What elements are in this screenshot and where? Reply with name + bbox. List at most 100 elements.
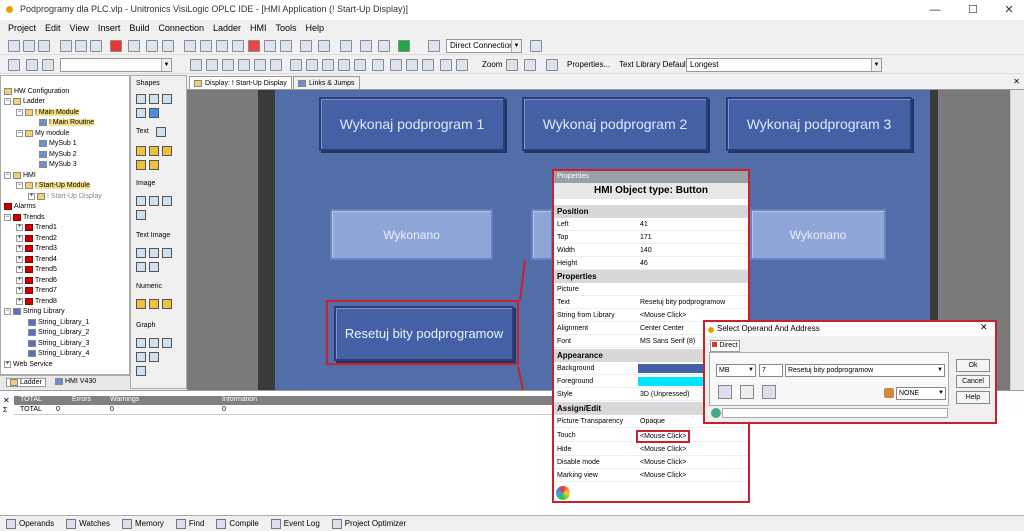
back-icon[interactable] [146,40,158,52]
prop-disable-mode[interactable]: Disable mode <Mouse Click> [554,456,748,469]
menu-view[interactable]: View [70,23,89,33]
close-tab-icon[interactable]: ✕ [1013,77,1020,86]
hmi-indicator-done-1[interactable]: Wykonano [330,209,493,260]
align-middle-icon[interactable] [254,59,266,71]
tab-compile[interactable]: Compile [216,518,259,529]
forward-icon[interactable] [162,40,174,52]
tree-item[interactable]: ! Main Routine [39,119,95,126]
same-size-icon[interactable] [322,59,334,71]
hmi-button-run-sub2[interactable]: Wykonaj podprogram 2 [522,97,708,151]
tab-operands[interactable]: Operands [6,518,54,529]
prop-left[interactable]: Left 41 [554,218,748,231]
menu-edit[interactable]: Edit [45,23,61,33]
ellipse-shape-icon[interactable] [149,94,159,104]
paste-icon[interactable] [90,40,102,52]
space-down-icon[interactable] [354,59,366,71]
tree-item[interactable]: MySub 1 [39,140,77,147]
hmi-tool-icon[interactable] [200,40,212,52]
tree-item[interactable]: + Trend8 [16,298,57,305]
hmi-edit-icon[interactable] [8,59,20,71]
align-bottom-icon[interactable] [270,59,282,71]
operand-bit-icon[interactable] [762,385,776,399]
text-image-var-icon[interactable] [136,262,146,272]
hmi-button-reset[interactable]: Resetuj bity podprogramow [334,306,514,361]
new-icon[interactable] [8,40,20,52]
properties-button[interactable]: Properties... [567,60,610,69]
tree-item[interactable]: HW Configuration [4,88,69,95]
text-library-select[interactable]: Longest ▼ [686,58,882,72]
line-shape-icon[interactable] [162,94,172,104]
operand-icon[interactable] [300,40,312,52]
tree-item[interactable]: MySub 2 [39,151,77,158]
menu-help[interactable]: Help [306,23,325,33]
open-icon[interactable] [23,40,35,52]
send-back-icon[interactable] [390,59,402,71]
undo-icon[interactable] [128,40,140,52]
text-var-icon[interactable] [162,146,172,156]
settings-icon[interactable] [530,40,542,52]
prop-text[interactable]: Text Resetuj bity podprogramow [554,296,748,309]
meter-icon[interactable] [149,352,159,362]
operand-browse-icon[interactable] [718,385,732,399]
gauge-icon[interactable] [162,338,172,348]
tree-item[interactable]: + Trend6 [16,277,57,284]
tree-item[interactable]: − Ladder [4,98,45,105]
element-select[interactable]: ▼ [60,58,172,72]
properties-icon[interactable] [546,59,558,71]
tree-item[interactable]: + Trend2 [16,235,57,242]
text-icon[interactable] [149,146,159,156]
tree-item[interactable]: String_Library_2 [28,329,89,336]
tab-find[interactable]: Find [175,518,204,529]
menu-ladder[interactable]: Ladder [213,23,241,33]
tab-direct[interactable]: Direct [710,340,740,352]
align-icon[interactable] [26,59,38,71]
output-close-icon[interactable]: ✕ [3,396,10,405]
hmi-indicator-done-2[interactable] [531,209,553,260]
xy-graph-icon[interactable] [136,352,146,362]
dialog-close-icon[interactable]: ✕ [980,322,988,333]
tree-item[interactable]: + Trend4 [16,256,57,263]
align-left-icon[interactable] [190,59,202,71]
hmi-button-run-sub1[interactable]: Wykonaj podprogram 1 [319,97,505,151]
tab-links-jumps[interactable]: Links & Jumps [293,76,360,90]
minimize-button[interactable]: — [920,2,950,18]
tree-item[interactable]: String_Library_3 [28,340,89,347]
tab-memory[interactable]: Memory [121,518,164,529]
stop-icon[interactable] [248,40,260,52]
no-symbol-icon[interactable] [378,40,390,52]
menu-hmi[interactable]: HMI [250,23,267,33]
filled-rect-icon[interactable] [149,108,159,118]
prop-marking-view[interactable]: Marking view <Mouse Click> [554,469,748,482]
text-tool-icon[interactable] [456,59,468,71]
tree-item[interactable]: − String Library [4,308,65,315]
text-image-misc-icon[interactable] [149,262,159,272]
tree-item[interactable]: Alarms [4,203,36,210]
group-icon[interactable] [406,59,418,71]
text-box-icon[interactable] [156,127,166,137]
text-image-bit-icon[interactable] [162,248,172,258]
tree-item[interactable]: String_Library_1 [28,319,89,326]
numeric-date-icon[interactable] [162,299,172,309]
tree-item[interactable]: + Trend5 [16,266,57,273]
delete-icon[interactable] [110,40,122,52]
zoom-fit-icon[interactable] [524,59,536,71]
prop-width[interactable]: Width 140 [554,244,748,257]
tree-item[interactable]: + Trend1 [16,224,57,231]
hmi-button-run-sub3[interactable]: Wykonaj podprogram 3 [726,97,912,151]
tree-item[interactable]: − HMI [4,172,36,179]
text-image-list-icon[interactable] [149,248,159,258]
tab-event-log[interactable]: Event Log [270,518,320,529]
tree-item[interactable]: − My module [16,130,69,137]
image-icon[interactable] [136,196,146,206]
description-field[interactable]: Resetuj bity podprogramow ▼ [785,364,945,377]
connection-icon[interactable] [428,40,440,52]
tree-item[interactable]: −! Main Module [16,109,79,116]
connection-select[interactable]: Direct Connection ▼ [446,39,522,53]
tree-item[interactable]: −! Start-Up Module [16,182,90,189]
rect-shape-icon[interactable] [136,94,146,104]
ok-button[interactable]: Ok [956,359,990,372]
zoom-icon[interactable] [506,59,518,71]
tree-item[interactable]: + Web Service [4,361,53,368]
download-icon[interactable] [264,40,276,52]
menu-project[interactable]: Project [8,23,36,33]
